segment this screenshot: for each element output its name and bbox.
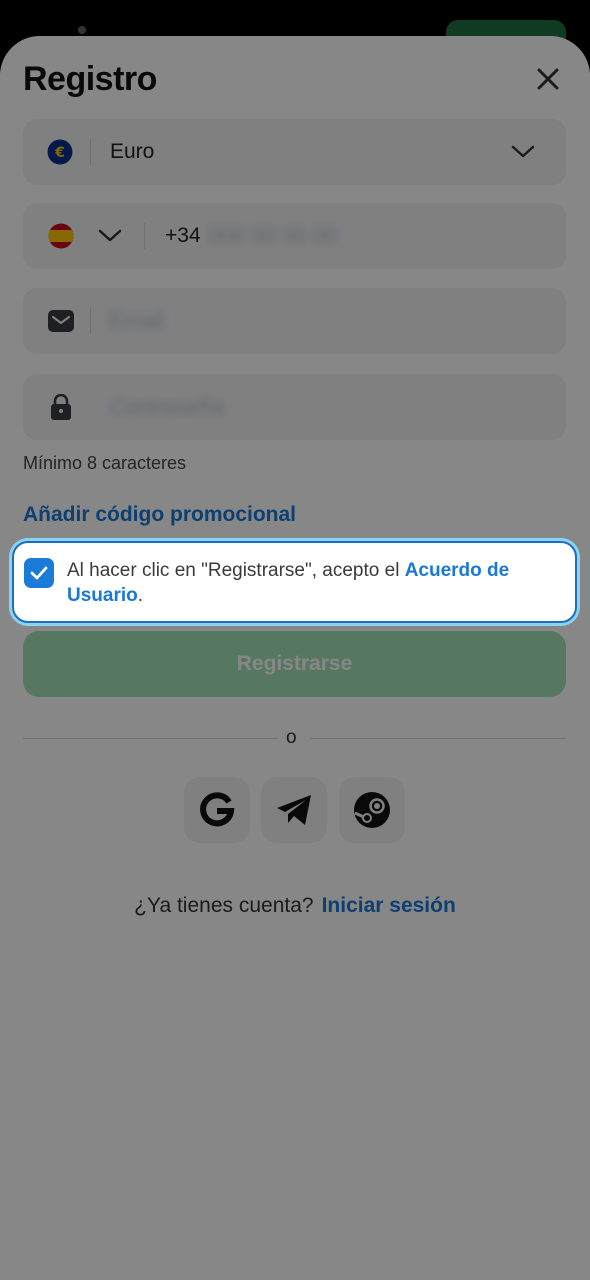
divider (90, 308, 91, 334)
agreement-text: Al hacer clic en "Registrarse", acepto e… (67, 558, 557, 608)
password-input[interactable]: Contraseña (110, 394, 224, 420)
envelope-icon (48, 310, 74, 332)
password-hint: Mínimo 8 caracteres (23, 453, 187, 473)
telegram-login-button[interactable] (261, 777, 327, 843)
user-agreement-checkbox-row[interactable]: Al hacer clic en "Registrarse", acepto e… (12, 541, 577, 623)
divider-label: o (286, 727, 297, 748)
telegram-icon (277, 795, 311, 825)
country-select[interactable] (23, 223, 122, 249)
password-field[interactable]: Contraseña (23, 374, 566, 440)
close-button[interactable] (533, 64, 563, 94)
steam-icon (354, 792, 390, 828)
agreement-text-before: Al hacer clic en "Registrarse", acepto e… (67, 560, 405, 581)
email-field[interactable]: Email (23, 288, 566, 354)
register-button[interactable]: Registrarse (23, 631, 566, 697)
currency-value: Euro (110, 140, 155, 163)
checkmark-icon (30, 566, 48, 580)
lock-icon (51, 394, 71, 420)
login-question: ¿Ya tienes cuenta? (134, 894, 314, 917)
login-prompt: ¿Ya tienes cuenta? Iniciar sesión (0, 894, 590, 918)
login-link[interactable]: Iniciar sesión (322, 894, 456, 917)
close-icon (537, 68, 559, 90)
phone-input[interactable]: 000 00 00 00 (209, 223, 337, 249)
add-promo-code-link[interactable]: Añadir código promocional (23, 503, 296, 527)
divider-line-right (310, 738, 566, 739)
google-icon (200, 792, 235, 827)
svg-text:€: € (54, 145, 65, 161)
agreement-checkbox[interactable] (24, 558, 54, 588)
spain-flag-icon (48, 223, 74, 249)
chevron-down-icon (98, 229, 122, 242)
camera-dot (78, 26, 86, 34)
country-code: +34 (165, 224, 201, 247)
agreement-text-after: . (137, 585, 144, 606)
phone-field[interactable]: +34 000 00 00 00 (23, 203, 566, 269)
page-title: Registro (23, 60, 157, 98)
divider-line-left (23, 738, 278, 739)
google-login-button[interactable] (184, 777, 250, 843)
email-input[interactable]: Email (109, 308, 164, 334)
divider (144, 223, 145, 249)
steam-login-button[interactable] (339, 777, 405, 843)
chevron-down-icon (511, 145, 535, 158)
currency-select[interactable]: € Euro (23, 119, 566, 185)
divider (90, 139, 91, 165)
euro-coin-icon: € (47, 139, 73, 165)
